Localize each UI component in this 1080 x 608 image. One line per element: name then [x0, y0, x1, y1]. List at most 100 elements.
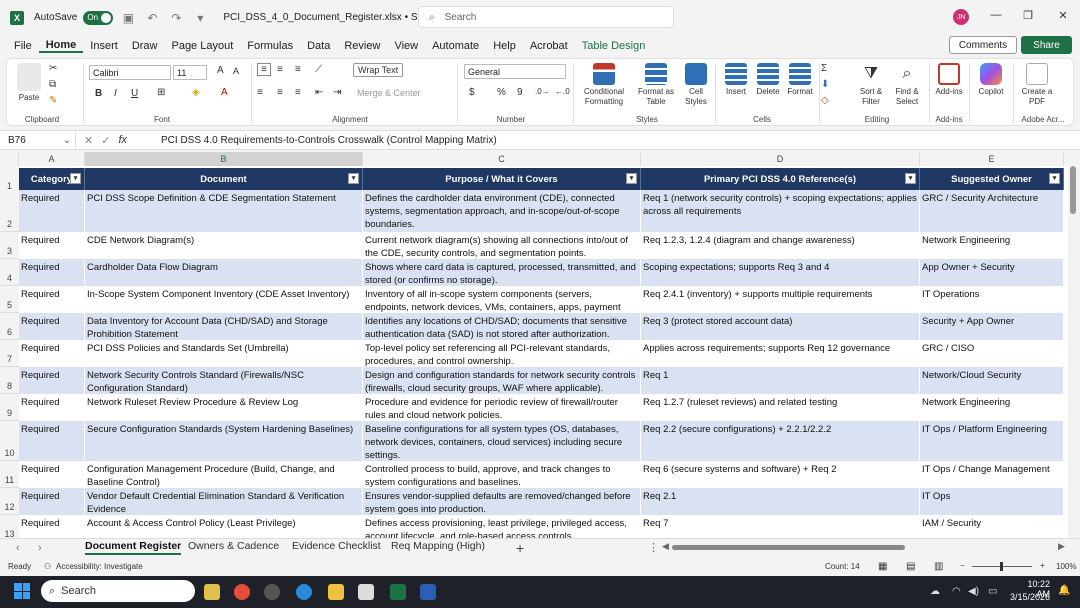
copilot-button[interactable]: Copilot — [973, 63, 1009, 97]
menu-acrobat[interactable]: Acrobat — [523, 40, 575, 52]
zoom-level[interactable]: 100% — [1056, 562, 1076, 571]
orientation-icon[interactable]: ⟋ — [315, 64, 322, 75]
row-number[interactable]: 8 — [0, 367, 19, 394]
table-cell[interactable]: App Owner + Security — [920, 259, 1064, 286]
increase-font-icon[interactable]: A — [217, 65, 224, 76]
row-number[interactable]: 12 — [0, 488, 19, 515]
table-cell[interactable]: Required — [19, 286, 85, 313]
table-cell[interactable]: Design and configuration standards for n… — [363, 367, 641, 394]
column-header-e[interactable]: E — [920, 152, 1064, 166]
table-header-cell[interactable]: Category ▾ — [19, 168, 85, 190]
conditional-formatting-button[interactable]: Conditional Formatting — [579, 63, 629, 107]
table-cell[interactable]: Req 1 — [641, 367, 920, 394]
menu-table-design[interactable]: Table Design — [575, 40, 653, 52]
autosave-toggle[interactable]: On — [83, 10, 114, 25]
menu-page-layout[interactable]: Page Layout — [164, 40, 240, 52]
table-cell[interactable]: GRC / CISO — [920, 340, 1064, 367]
notifications-icon[interactable]: 🔔 — [1058, 585, 1070, 596]
filter-dropdown-icon[interactable]: ▾ — [905, 173, 916, 184]
table-cell[interactable]: IT Ops / Platform Engineering — [920, 421, 1064, 461]
menu-file[interactable]: File — [7, 40, 39, 52]
format-painter-icon[interactable]: ✎ — [49, 95, 57, 106]
sheet-tab[interactable]: Document Register — [85, 540, 182, 555]
volume-icon[interactable]: ◀) — [968, 586, 979, 597]
table-cell[interactable]: Controlled process to build, approve, an… — [363, 461, 641, 488]
column-header-b[interactable]: B — [85, 152, 363, 166]
cell-styles-button[interactable]: Cell Styles — [679, 63, 713, 107]
cancel-icon[interactable]: ✕ — [84, 134, 93, 147]
table-cell[interactable]: GRC / Security Architecture — [920, 190, 1064, 232]
add-sheet-icon[interactable]: + — [516, 540, 524, 556]
zoom-out-icon[interactable]: − — [960, 561, 965, 570]
snipping-icon[interactable] — [358, 584, 374, 600]
page-break-icon[interactable]: ▥ — [934, 561, 943, 572]
font-color-icon[interactable]: A — [221, 87, 228, 98]
name-box[interactable]: B76 ⌄ — [4, 131, 76, 149]
battery-icon[interactable]: ▭ — [988, 586, 997, 597]
align-middle-icon[interactable]: ≡ — [277, 64, 283, 75]
table-cell[interactable]: Vendor Default Credential Elimination St… — [85, 488, 363, 515]
filter-dropdown-icon[interactable]: ▾ — [348, 173, 359, 184]
table-cell[interactable]: Required — [19, 515, 85, 538]
sheet-tab[interactable]: Req Mapping (High) — [391, 540, 485, 552]
zoom-thumb[interactable] — [1000, 562, 1003, 571]
chrome-icon[interactable] — [234, 584, 250, 600]
table-cell[interactable]: Network Security Controls Standard (Fire… — [85, 367, 363, 394]
taskbar-search[interactable]: ⌕ Search — [41, 580, 195, 602]
sheet-tab[interactable]: Owners & Cadence — [188, 540, 279, 552]
table-cell[interactable]: Required — [19, 259, 85, 286]
table-cell[interactable]: IT Ops — [920, 488, 1064, 515]
align-left-icon[interactable]: ≡ — [257, 87, 263, 98]
percent-button[interactable]: % — [497, 87, 506, 98]
merge-center-button[interactable]: Merge & Center — [357, 88, 421, 98]
table-cell[interactable]: Scoping expectations; supports Req 3 and… — [641, 259, 920, 286]
insert-cells-button[interactable]: Insert — [721, 63, 751, 97]
table-cell[interactable]: IT Ops / Change Management — [920, 461, 1064, 488]
paste-button[interactable]: Paste — [15, 63, 43, 103]
align-right-icon[interactable]: ≡ — [295, 87, 301, 98]
document-title[interactable]: PCI_DSS_4_0_Document_Register.xlsx • Sav… — [223, 12, 439, 23]
table-cell[interactable]: Required — [19, 313, 85, 340]
table-header-cell[interactable]: Document ▾ — [85, 168, 363, 190]
row-number[interactable]: 9 — [0, 394, 19, 421]
table-cell[interactable]: Defines the cardholder data environment … — [363, 190, 641, 232]
font-name-select[interactable]: Calibri — [89, 65, 171, 80]
scroll-left-icon[interactable]: ◀ — [662, 541, 669, 552]
align-top-icon[interactable]: ≡ — [257, 63, 271, 76]
menu-insert[interactable]: Insert — [83, 40, 125, 52]
table-cell[interactable]: Secure Configuration Standards (System H… — [85, 421, 363, 461]
next-sheet-icon[interactable]: › — [38, 542, 42, 554]
currency-button[interactable]: $ — [469, 87, 475, 98]
table-cell[interactable]: In-Scope System Component Inventory (CDE… — [85, 286, 363, 313]
menu-automate[interactable]: Automate — [425, 40, 486, 52]
save-icon[interactable]: ▣ — [119, 11, 137, 25]
app-icon[interactable] — [264, 584, 280, 600]
borders-icon[interactable]: ⊞ — [157, 87, 165, 98]
column-header-d[interactable]: D — [641, 152, 920, 166]
comments-button[interactable]: Comments — [949, 36, 1017, 54]
scroll-right-icon[interactable]: ▶ — [1058, 541, 1065, 552]
delete-cells-button[interactable]: Delete — [753, 63, 783, 97]
clock-date[interactable]: 3/15/2026 — [1008, 592, 1050, 602]
avatar[interactable]: JN — [953, 9, 969, 25]
undo-icon[interactable]: ↶ — [143, 11, 161, 25]
wifi-icon[interactable]: ◠ — [952, 586, 961, 597]
increase-indent-icon[interactable]: ⇥ — [333, 87, 341, 98]
table-cell[interactable]: Applies across requirements; supports Re… — [641, 340, 920, 367]
clear-icon[interactable]: ◇ — [821, 95, 829, 106]
table-cell[interactable]: Identifies any locations of CHD/SAD; doc… — [363, 313, 641, 340]
table-cell[interactable]: PCI DSS Policies and Standards Set (Umbr… — [85, 340, 363, 367]
comma-button[interactable]: 9 — [517, 87, 523, 98]
normal-view-icon[interactable]: ▦ — [878, 561, 887, 572]
confirm-icon[interactable]: ✓ — [101, 134, 110, 147]
prev-sheet-icon[interactable]: ‹ — [16, 542, 20, 554]
formula-input[interactable]: PCI DSS 4.0 Requirements-to-Controls Cro… — [161, 131, 497, 149]
horizontal-scrollbar[interactable] — [672, 545, 905, 550]
fill-icon[interactable]: ⬇ — [821, 79, 829, 90]
table-cell[interactable]: Required — [19, 461, 85, 488]
row-number[interactable]: 2 — [0, 190, 19, 232]
table-cell[interactable]: Inventory of all in-scope system compone… — [363, 286, 641, 313]
table-cell[interactable]: Required — [19, 421, 85, 461]
row-number[interactable]: 6 — [0, 313, 19, 340]
table-header-cell[interactable]: Suggested Owner ▾ — [920, 168, 1064, 190]
